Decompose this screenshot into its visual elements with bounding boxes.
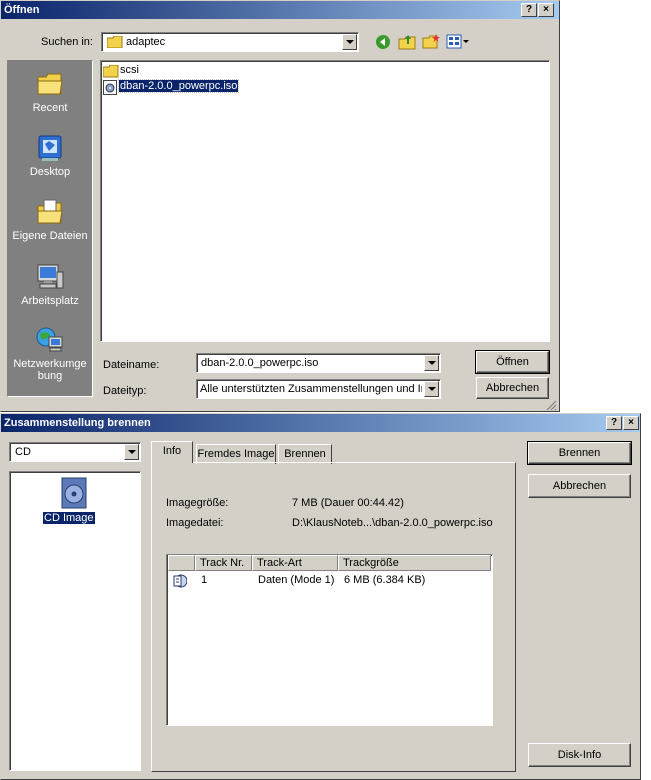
file-name: dban-2.0.0_powerpc.iso <box>117 79 240 93</box>
chevron-down-icon[interactable] <box>342 34 357 50</box>
column-header-track-type[interactable]: Track-Art <box>252 555 338 571</box>
place-label: bung <box>37 370 63 382</box>
tab-foreign-image[interactable]: Fremdes Image <box>196 444 276 464</box>
media-select-value: CD <box>15 446 31 458</box>
disk-info-button[interactable]: Disk-Info <box>528 743 631 767</box>
burn-dialog: Zusammenstellung brennen ? × CD CD Image… <box>0 413 641 780</box>
image-size-value: 7 MB (Dauer 00:44.42) <box>292 497 404 509</box>
place-network[interactable]: Netzwerkumge bung <box>8 325 92 382</box>
place-my-documents[interactable]: Eigene Dateien <box>8 197 92 242</box>
track-table[interactable]: Track Nr. Track-Art Trackgröße 1 Daten (… <box>166 554 493 726</box>
chevron-down-icon[interactable] <box>124 444 139 460</box>
cancel-button[interactable]: Abbrechen <box>476 377 549 399</box>
open-button[interactable]: Öffnen <box>475 350 550 374</box>
cancel-button[interactable]: Abbrechen <box>528 474 631 498</box>
help-button[interactable]: ? <box>521 3 537 17</box>
place-label: Arbeitsplatz <box>21 295 79 307</box>
up-folder-icon[interactable] <box>398 33 416 54</box>
filename-combo[interactable]: dban-2.0.0_powerpc.iso <box>196 353 441 373</box>
track-number: 1 <box>201 574 208 586</box>
back-icon[interactable] <box>375 34 391 53</box>
column-header-icon[interactable] <box>168 555 195 571</box>
filetype-value: Alle unterstützten Zusammenstellungen un… <box>200 383 422 395</box>
my-documents-icon <box>35 197 65 227</box>
image-file-label: Imagedatei: <box>166 517 224 529</box>
network-icon <box>35 325 65 355</box>
new-folder-icon[interactable] <box>422 34 440 53</box>
places-bar: Recent Desktop Eigene Dateien Arbeitspla… <box>7 60 93 397</box>
iso-file-icon <box>103 80 117 98</box>
view-menu-icon[interactable] <box>446 34 470 53</box>
resize-grip-icon[interactable] <box>545 399 557 414</box>
compilation-list[interactable]: CD Image <box>9 471 141 771</box>
place-label: Desktop <box>29 166 71 178</box>
filetype-label: Dateityp: <box>103 385 147 397</box>
track-size: 6 MB (6.384 KB) <box>344 574 426 586</box>
tab-burn[interactable]: Brennen <box>278 444 332 464</box>
folder-icon <box>102 64 119 81</box>
filename-label: Dateiname: <box>103 359 160 371</box>
close-button[interactable]: × <box>538 3 554 17</box>
place-my-computer[interactable]: Arbeitsplatz <box>8 262 92 307</box>
burn-button[interactable]: Brennen <box>527 441 632 465</box>
help-button[interactable]: ? <box>606 416 622 430</box>
look-in-value: adaptec <box>126 36 166 48</box>
image-file-value: D:\KlausNoteb...\dban-2.0.0_powerpc.iso <box>292 517 493 529</box>
place-label: Netzwerkumge <box>13 358 87 370</box>
burn-dialog-title: Zusammenstellung brennen <box>4 417 151 429</box>
tab-info[interactable]: Info <box>151 441 193 463</box>
cd-image-icon <box>59 477 89 512</box>
tab-panel: Imagegröße: 7 MB (Dauer 00:44.42) Imaged… <box>151 462 516 772</box>
burn-dialog-titlebar[interactable]: Zusammenstellung brennen <box>1 414 640 432</box>
folder-icon <box>106 35 123 51</box>
my-computer-icon <box>35 262 65 292</box>
look-in-label: Suchen in: <box>41 36 93 48</box>
place-label: Eigene Dateien <box>12 230 88 242</box>
file-name: scsi <box>120 64 139 76</box>
column-header-track-size[interactable]: Trackgröße <box>338 555 491 571</box>
open-dialog-titlebar[interactable]: Öffnen <box>1 1 559 19</box>
column-header-track-nr[interactable]: Track Nr. <box>195 555 252 571</box>
chevron-down-icon[interactable] <box>424 355 439 371</box>
close-button[interactable]: × <box>623 416 639 430</box>
filetype-combo[interactable]: Alle unterstützten Zusammenstellungen un… <box>196 379 441 399</box>
place-desktop[interactable]: Desktop <box>8 133 92 178</box>
file-list[interactable]: scsi dban-2.0.0_powerpc.iso <box>100 60 550 342</box>
place-recent[interactable]: Recent <box>8 69 92 114</box>
compilation-item[interactable]: CD Image <box>43 512 95 524</box>
look-in-combo[interactable]: adaptec <box>101 32 359 52</box>
filename-field[interactable]: dban-2.0.0_powerpc.iso <box>201 357 318 369</box>
image-size-label: Imagegröße: <box>166 497 229 509</box>
place-label: Recent <box>32 102 68 114</box>
recent-folder-icon <box>35 69 65 99</box>
desktop-icon <box>35 133 65 163</box>
media-select[interactable]: CD <box>9 442 141 462</box>
open-dialog: Öffnen ? × Suchen in: adaptec Recent Des… <box>0 0 560 412</box>
open-dialog-title: Öffnen <box>4 4 40 16</box>
track-type: Daten (Mode 1) <box>258 574 335 586</box>
chevron-down-icon[interactable] <box>424 381 439 397</box>
table-row[interactable]: 1 Daten (Mode 1) 6 MB (6.384 KB) <box>168 573 490 589</box>
data-track-icon <box>173 574 188 591</box>
